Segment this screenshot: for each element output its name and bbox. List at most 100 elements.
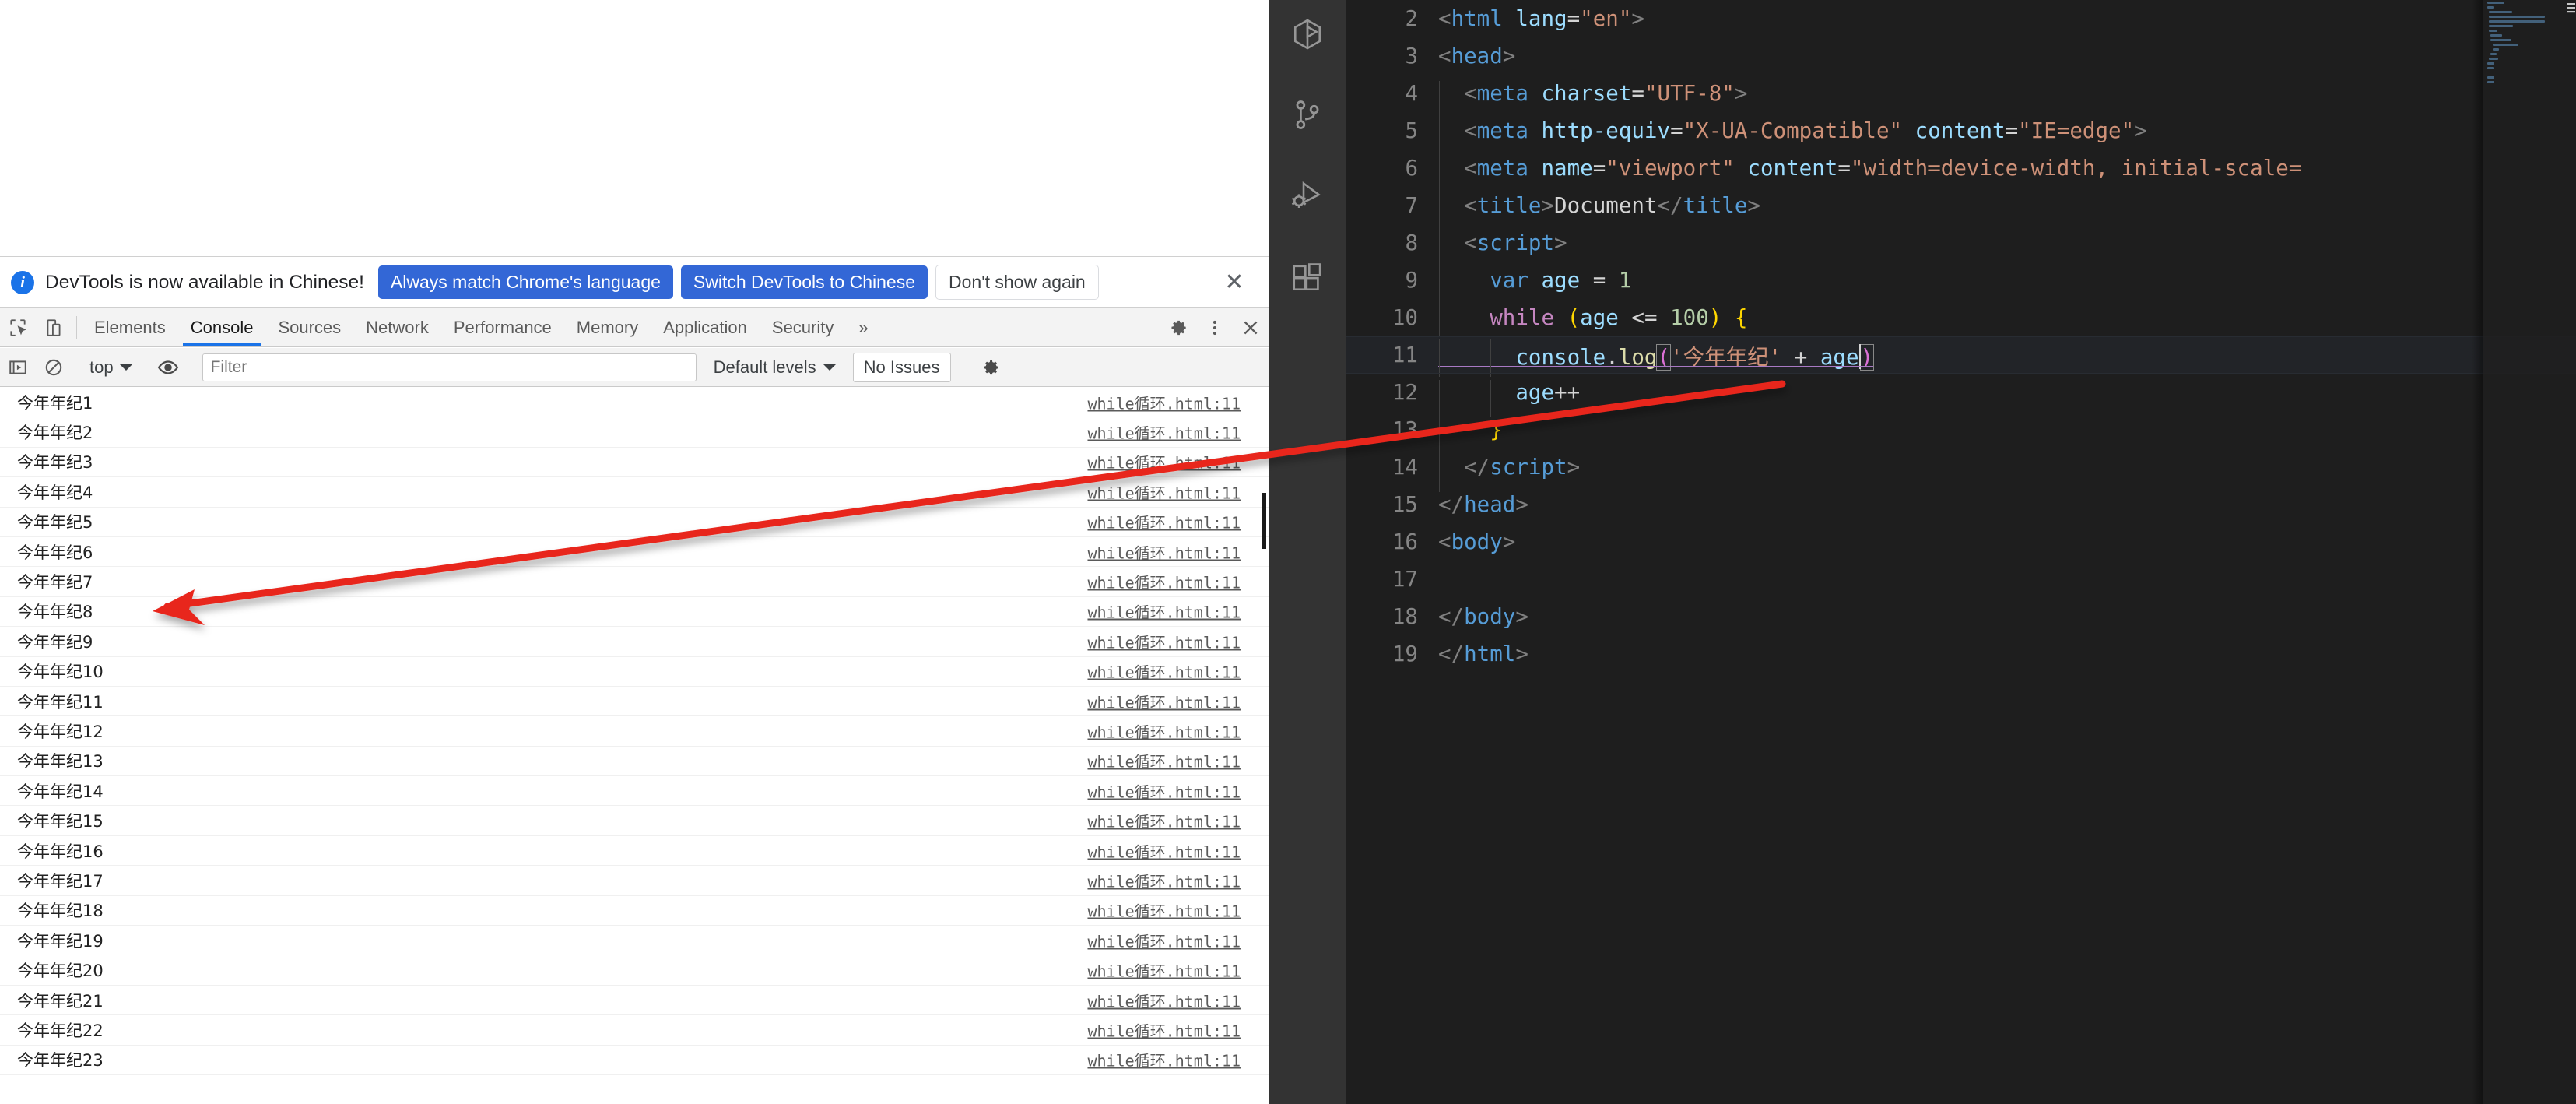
console-message-text: 今年年纪17 <box>17 869 104 892</box>
console-source-link[interactable]: while循环.html:11 <box>1087 869 1241 891</box>
more-tabs-chevron-icon[interactable]: » <box>846 308 880 346</box>
code-line[interactable]: 15</head> <box>1346 486 2576 523</box>
console-source-link[interactable]: while循环.html:11 <box>1087 571 1241 593</box>
always-match-chrome-language-button[interactable]: Always match Chrome's language <box>378 265 673 299</box>
console-settings-gear-icon[interactable] <box>974 357 1009 378</box>
console-message-row[interactable]: 今年年纪14while循环.html:11 <box>0 776 1269 806</box>
more-options-icon[interactable] <box>1197 308 1233 346</box>
close-icon[interactable]: ✕ <box>1219 267 1250 298</box>
console-message-row[interactable]: 今年年纪18while循环.html:11 <box>0 896 1269 926</box>
console-scrollbar[interactable] <box>1259 388 1269 1104</box>
tab-sources[interactable]: Sources <box>265 308 353 346</box>
console-source-link[interactable]: while循环.html:11 <box>1087 959 1241 982</box>
console-source-link[interactable]: while循环.html:11 <box>1087 630 1241 652</box>
code-line[interactable]: 6 <meta name="viewport" content="width=d… <box>1346 149 2576 187</box>
code-line[interactable]: 2<html lang="en"> <box>1346 0 2576 37</box>
console-source-link[interactable]: while循环.html:11 <box>1087 690 1241 712</box>
console-message-row[interactable]: 今年年纪9while循环.html:11 <box>0 627 1269 656</box>
code-line[interactable]: 18</body> <box>1346 598 2576 635</box>
console-source-link[interactable]: while循环.html:11 <box>1087 750 1241 772</box>
console-source-link[interactable]: while循环.html:11 <box>1087 451 1241 473</box>
vscode-code-editor[interactable]: 2<html lang="en">3<head>4 <meta charset=… <box>1346 0 2576 1104</box>
console-source-link[interactable]: while循环.html:11 <box>1087 540 1241 563</box>
tab-security[interactable]: Security <box>760 308 846 346</box>
console-message-row[interactable]: 今年年纪10while循环.html:11 <box>0 657 1269 687</box>
chevron-down-icon <box>120 361 132 374</box>
console-scrollbar-thumb[interactable] <box>1262 493 1266 549</box>
code-line[interactable]: 13 } <box>1346 411 2576 448</box>
code-line[interactable]: 19</html> <box>1346 635 2576 673</box>
tab-console[interactable]: Console <box>178 308 266 346</box>
console-source-link[interactable]: while循环.html:11 <box>1087 719 1241 742</box>
code-line[interactable]: 4 <meta charset="UTF-8"> <box>1346 75 2576 112</box>
code-line[interactable]: 12 age++ <box>1346 374 2576 411</box>
console-message-row[interactable]: 今年年纪21while循环.html:11 <box>0 986 1269 1015</box>
dont-show-again-button[interactable]: Don't show again <box>935 265 1099 300</box>
console-source-link[interactable]: while循环.html:11 <box>1087 421 1241 444</box>
code-line[interactable]: 9 var age = 1 <box>1346 262 2576 299</box>
console-source-link[interactable]: while循环.html:11 <box>1087 1049 1241 1071</box>
tab-performance[interactable]: Performance <box>441 308 564 346</box>
console-source-link[interactable]: while循环.html:11 <box>1087 391 1241 413</box>
code-line[interactable]: 16<body> <box>1346 523 2576 561</box>
console-source-link[interactable]: while循环.html:11 <box>1087 989 1241 1011</box>
console-message-row[interactable]: 今年年纪1while循环.html:11 <box>0 388 1269 417</box>
code-line[interactable]: 7 <title>Document</title> <box>1346 187 2576 224</box>
console-message-row[interactable]: 今年年纪3while循环.html:11 <box>0 448 1269 477</box>
console-message-row[interactable]: 今年年纪5while循环.html:11 <box>0 508 1269 537</box>
console-message-row[interactable]: 今年年纪15while循环.html:11 <box>0 806 1269 835</box>
console-message-row[interactable]: 今年年纪22while循环.html:11 <box>0 1015 1269 1045</box>
tab-network[interactable]: Network <box>353 308 441 346</box>
issues-button[interactable]: No Issues <box>853 353 951 382</box>
console-message-row[interactable]: 今年年纪12while循环.html:11 <box>0 716 1269 746</box>
package-explorer-icon[interactable] <box>1284 11 1331 58</box>
clear-console-icon[interactable] <box>36 357 72 378</box>
console-message-row[interactable]: 今年年纪23while循环.html:11 <box>0 1046 1269 1075</box>
console-message-row[interactable]: 今年年纪7while循环.html:11 <box>0 567 1269 596</box>
console-message-row[interactable]: 今年年纪6while循环.html:11 <box>0 537 1269 567</box>
live-expression-eye-icon[interactable] <box>150 357 186 378</box>
console-source-link[interactable]: while循环.html:11 <box>1087 480 1241 503</box>
console-message-row[interactable]: 今年年纪16while循环.html:11 <box>0 836 1269 866</box>
console-message-row[interactable]: 今年年纪2while循环.html:11 <box>0 417 1269 447</box>
console-source-link[interactable]: while循环.html:11 <box>1087 511 1241 533</box>
source-control-branch-icon[interactable] <box>1284 92 1331 139</box>
console-filter-input[interactable] <box>202 353 697 381</box>
code-line[interactable]: 11 console.log('今年年纪' + age) <box>1346 336 2576 374</box>
console-message-row[interactable]: 今年年纪11while循环.html:11 <box>0 687 1269 716</box>
console-source-link[interactable]: while循环.html:11 <box>1087 929 1241 951</box>
console-message-row[interactable]: 今年年纪20while循环.html:11 <box>0 955 1269 985</box>
console-source-link[interactable]: while循环.html:11 <box>1087 660 1241 683</box>
console-message-row[interactable]: 今年年纪13while循环.html:11 <box>0 747 1269 776</box>
console-message-list[interactable]: 今年年纪1while循环.html:11今年年纪2while循环.html:11… <box>0 388 1269 1104</box>
code-line[interactable]: 17 <box>1346 561 2576 598</box>
code-line[interactable]: 5 <meta http-equiv="X-UA-Compatible" con… <box>1346 112 2576 149</box>
code-line[interactable]: 8 <script> <box>1346 224 2576 262</box>
console-source-link[interactable]: while循环.html:11 <box>1087 600 1241 623</box>
console-source-link[interactable]: while循环.html:11 <box>1087 810 1241 832</box>
extensions-icon[interactable] <box>1284 254 1331 301</box>
run-and-debug-icon[interactable] <box>1284 173 1331 220</box>
code-line[interactable]: 10 while (age <= 100) { <box>1346 299 2576 336</box>
settings-gear-icon[interactable] <box>1161 308 1197 346</box>
switch-devtools-to-chinese-button[interactable]: Switch DevTools to Chinese <box>681 265 928 299</box>
tab-memory[interactable]: Memory <box>564 308 651 346</box>
console-message-row[interactable]: 今年年纪8while循环.html:11 <box>0 597 1269 627</box>
tab-elements[interactable]: Elements <box>82 308 178 346</box>
console-source-link[interactable]: while循环.html:11 <box>1087 1018 1241 1041</box>
console-source-link[interactable]: while循环.html:11 <box>1087 779 1241 802</box>
device-toolbar-icon[interactable] <box>36 308 72 346</box>
console-message-row[interactable]: 今年年纪4while循环.html:11 <box>0 477 1269 507</box>
console-source-link[interactable]: while循环.html:11 <box>1087 899 1241 922</box>
console-context-selector[interactable]: top <box>82 357 140 378</box>
console-message-row[interactable]: 今年年纪19while循环.html:11 <box>0 926 1269 955</box>
console-sidebar-icon[interactable] <box>0 357 36 378</box>
close-devtools-icon[interactable] <box>1233 308 1269 346</box>
console-log-levels-selector[interactable]: Default levels <box>714 357 836 378</box>
code-line[interactable]: 14 </script> <box>1346 448 2576 486</box>
code-line[interactable]: 3<head> <box>1346 37 2576 75</box>
tab-application[interactable]: Application <box>651 308 760 346</box>
console-source-link[interactable]: while循环.html:11 <box>1087 839 1241 862</box>
console-message-row[interactable]: 今年年纪17 while循环.html:11 <box>0 866 1269 895</box>
inspect-element-icon[interactable] <box>0 308 36 346</box>
